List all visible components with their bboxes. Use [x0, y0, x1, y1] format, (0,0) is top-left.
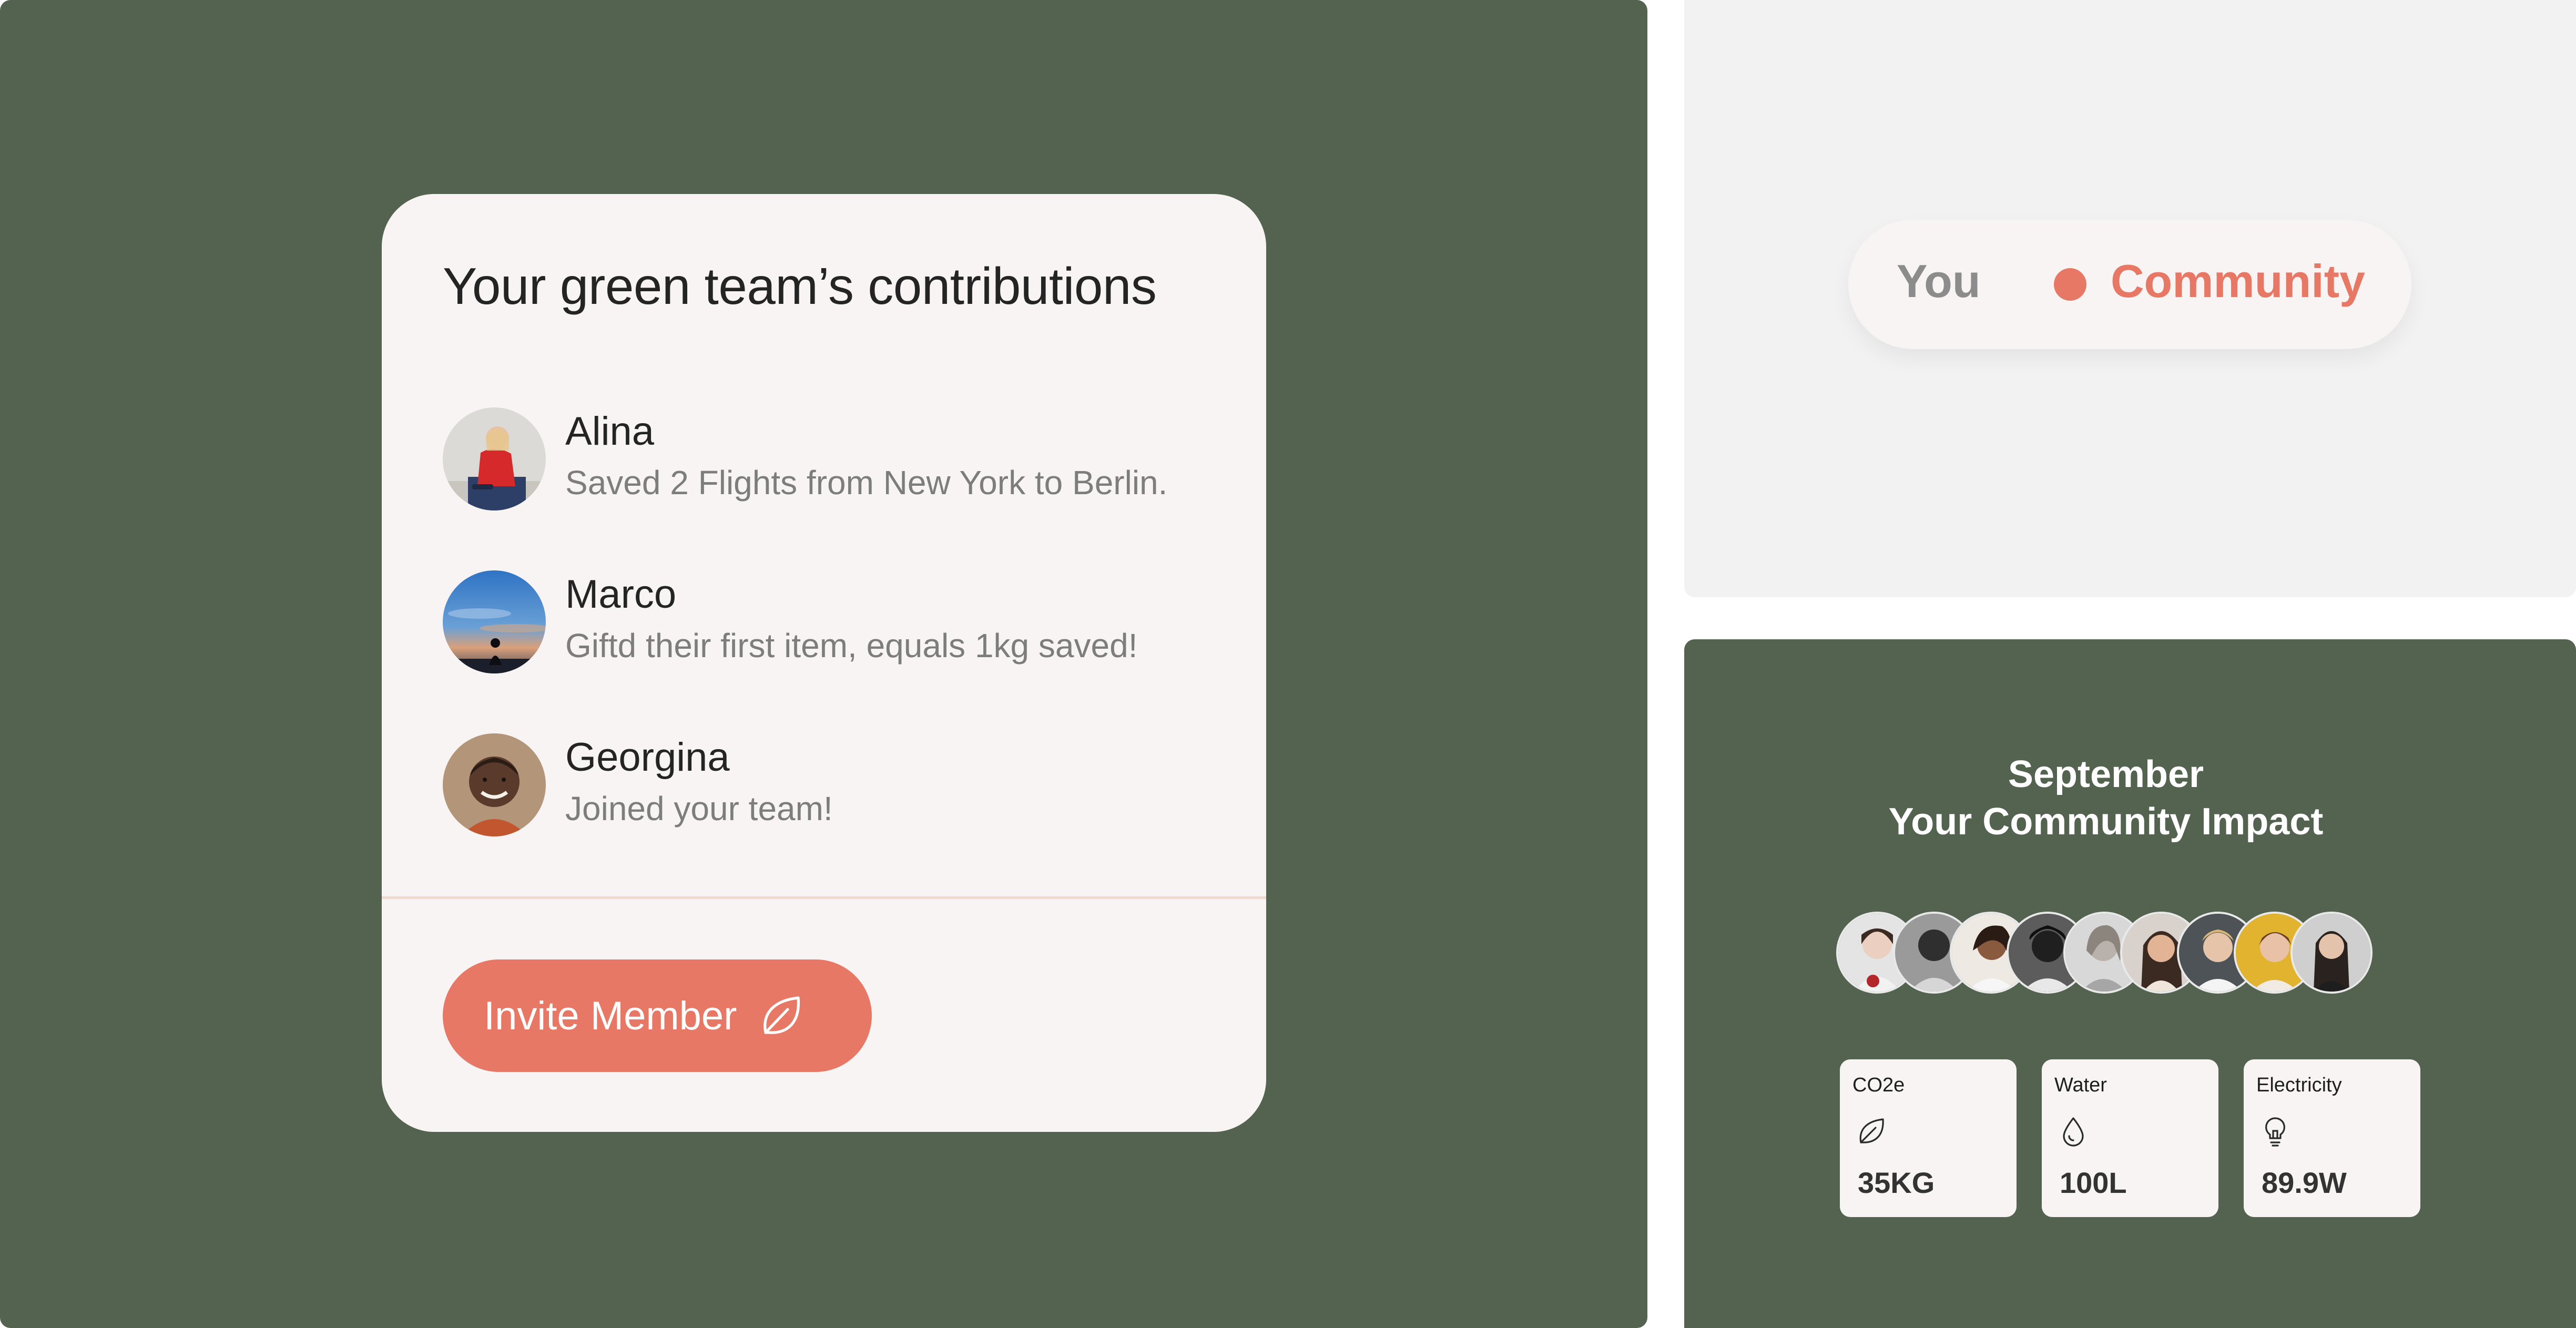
member-description: Joined your team!: [565, 790, 833, 828]
divider: [382, 896, 1266, 899]
stat-value: 89.9W: [2262, 1166, 2347, 1199]
leaf-icon: [1859, 1118, 1884, 1143]
invite-member-label: Invite Member: [484, 993, 737, 1038]
impact-month: September: [2008, 753, 2204, 795]
leaf-icon: [763, 996, 800, 1034]
member-row-georgina[interactable]: Georgina Joined your team!: [443, 733, 1242, 836]
community-avatars: [1836, 912, 2373, 994]
member-name: Alina: [565, 409, 654, 454]
stat-value: 100L: [2060, 1166, 2127, 1199]
contributions-card: Your green team’s contributions Alina Sa…: [382, 194, 1266, 1132]
stat-label: CO2e: [1852, 1074, 1905, 1096]
member-row-alina[interactable]: Alina Saved 2 Flights from New York to B…: [443, 407, 1242, 510]
stat-label: Electricity: [2256, 1074, 2342, 1096]
toggle-option-you[interactable]: You: [1897, 254, 1981, 308]
impact-title: Your Community Impact: [1888, 801, 2324, 843]
card-title: Your green team’s contributions: [443, 257, 1157, 315]
member-description: Giftd their first item, equals 1kg saved…: [565, 627, 1138, 665]
avatar: [443, 570, 546, 673]
stat-label: Water: [2054, 1074, 2107, 1096]
stat-value: 35KG: [1858, 1166, 1935, 1199]
member-row-marco[interactable]: Marco Giftd their first item, equals 1kg…: [443, 570, 1242, 673]
community-avatar: [2290, 912, 2373, 994]
selected-indicator-dot: [2054, 268, 2086, 301]
toggle-option-community[interactable]: Community: [2111, 254, 2365, 308]
avatar: [443, 733, 546, 836]
lightbulb-icon: [2265, 1117, 2285, 1147]
member-description: Saved 2 Flights from New York to Berlin.: [565, 464, 1168, 502]
stat-card-water: Water 100L: [2042, 1059, 2218, 1217]
stat-card-co2e: CO2e 35KG: [1840, 1059, 2017, 1217]
member-name: Georgina: [565, 735, 730, 780]
invite-member-button[interactable]: Invite Member: [443, 959, 872, 1072]
avatar: [443, 407, 546, 510]
member-name: Marco: [565, 572, 677, 617]
stat-card-electricity: Electricity 89.9W: [2244, 1059, 2420, 1217]
water-drop-icon: [2063, 1117, 2084, 1147]
you-community-toggle[interactable]: You Community: [1848, 220, 2411, 349]
